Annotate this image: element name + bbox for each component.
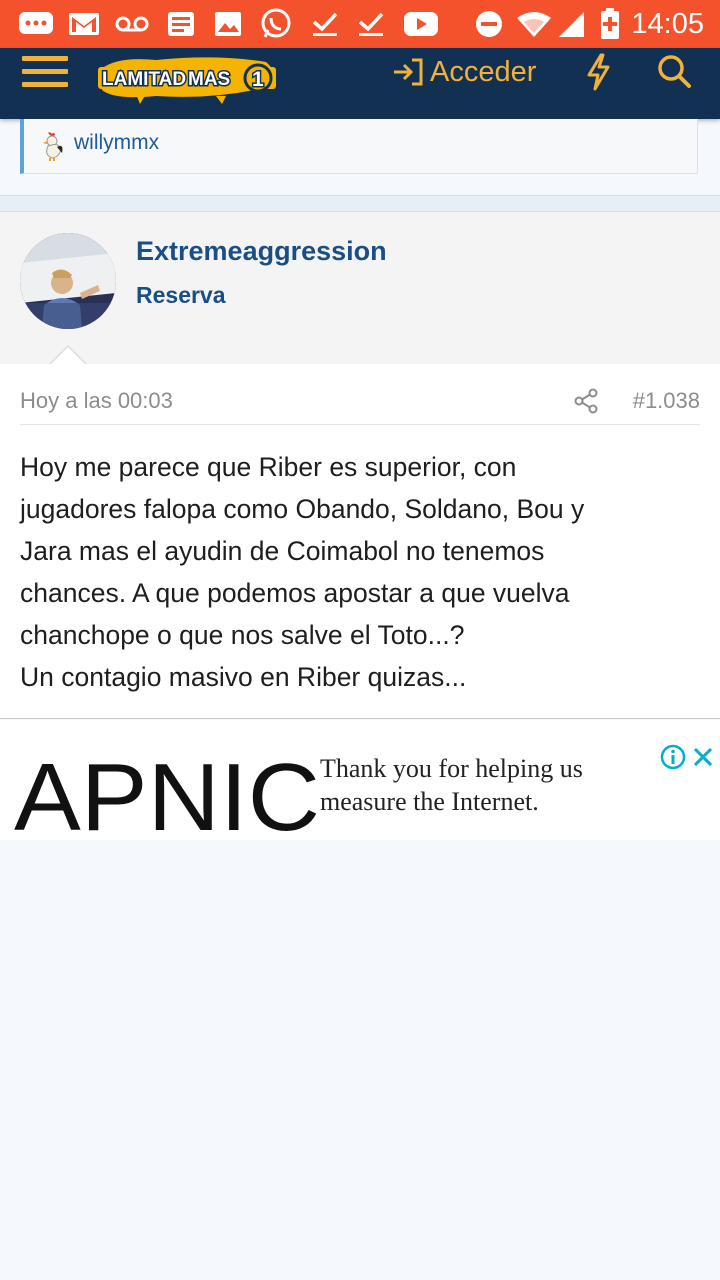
status-time: 14:05 (631, 8, 704, 40)
youtube-icon (402, 10, 440, 38)
post-line: chances. A que podemos apostar a que vue… (20, 578, 570, 608)
post-line: jugadores falopa como Obando, Soldano, B… (20, 494, 585, 524)
logo-text-mas: MAS (188, 69, 230, 90)
post-line: Jara mas el ayudin de Coimabol no tenemo… (20, 536, 545, 566)
post-line: chanchope o que nos salve el Toto...? (20, 620, 465, 650)
quote-author[interactable]: willymmx (74, 131, 159, 155)
post-line: Un contagio masivo en Riber quizas... (20, 662, 467, 692)
share-icon[interactable] (574, 388, 598, 419)
menu-icon[interactable] (22, 56, 68, 92)
ad-text-line: Thank you for helping us (320, 754, 583, 783)
gmail-icon (68, 10, 100, 38)
download-done-icon (310, 10, 340, 38)
ad-brand: APNIC (14, 750, 320, 834)
post-number[interactable]: #1.038 (633, 388, 700, 414)
lightning-icon[interactable] (584, 52, 612, 97)
signal-icon (556, 10, 586, 38)
voicemail-icon (114, 10, 150, 38)
user-role: Reserva (136, 282, 226, 308)
whatsapp-icon (258, 8, 294, 38)
site-logo[interactable]: LAMITAD MAS 1 (96, 54, 278, 104)
info-icon[interactable] (660, 744, 686, 775)
post-date[interactable]: Hoy a las 00:03 (20, 388, 173, 414)
post-user-block: Extremeaggression Reserva (0, 211, 720, 366)
gallery-icon (212, 10, 244, 38)
login-button[interactable]: Acceder (392, 52, 536, 92)
logo-text-lamitad: LAMITAD (102, 69, 186, 90)
login-label: Acceder (430, 55, 537, 88)
logo-text-1: 1 (252, 68, 264, 91)
close-icon[interactable] (690, 744, 716, 775)
post-message: Hoy a las 00:03 #1.038 Hoy me parece que… (0, 364, 720, 719)
ad-logo[interactable]: APNIC (14, 744, 320, 851)
wifi-icon (516, 10, 552, 38)
download-done-icon (356, 10, 386, 38)
post-separator (0, 195, 720, 212)
status-bar: 14:05 (0, 0, 720, 48)
login-icon (394, 58, 423, 86)
ad-banner[interactable]: APNIC Thank you for helping us measure t… (0, 720, 720, 851)
battery-icon (598, 8, 622, 39)
ad-text-line: measure the Internet. (320, 787, 539, 816)
search-icon[interactable] (656, 52, 694, 97)
ad-text[interactable]: Thank you for helping us measure the Int… (320, 752, 583, 818)
chat-icon (18, 10, 54, 38)
dnd-icon (474, 10, 504, 38)
avatar[interactable] (20, 233, 116, 329)
post-body: Hoy me parece que Riber es superior, con… (20, 446, 700, 698)
user-caret (50, 347, 86, 365)
news-icon (166, 10, 196, 38)
rooster-icon (40, 131, 64, 166)
post-username[interactable]: Extremeaggression (136, 236, 387, 267)
quote-block: willymmx (20, 119, 698, 174)
post-line: Hoy me parece que Riber es superior, con (20, 452, 517, 482)
app-header: LAMITAD MAS 1 Acceder (0, 48, 720, 119)
